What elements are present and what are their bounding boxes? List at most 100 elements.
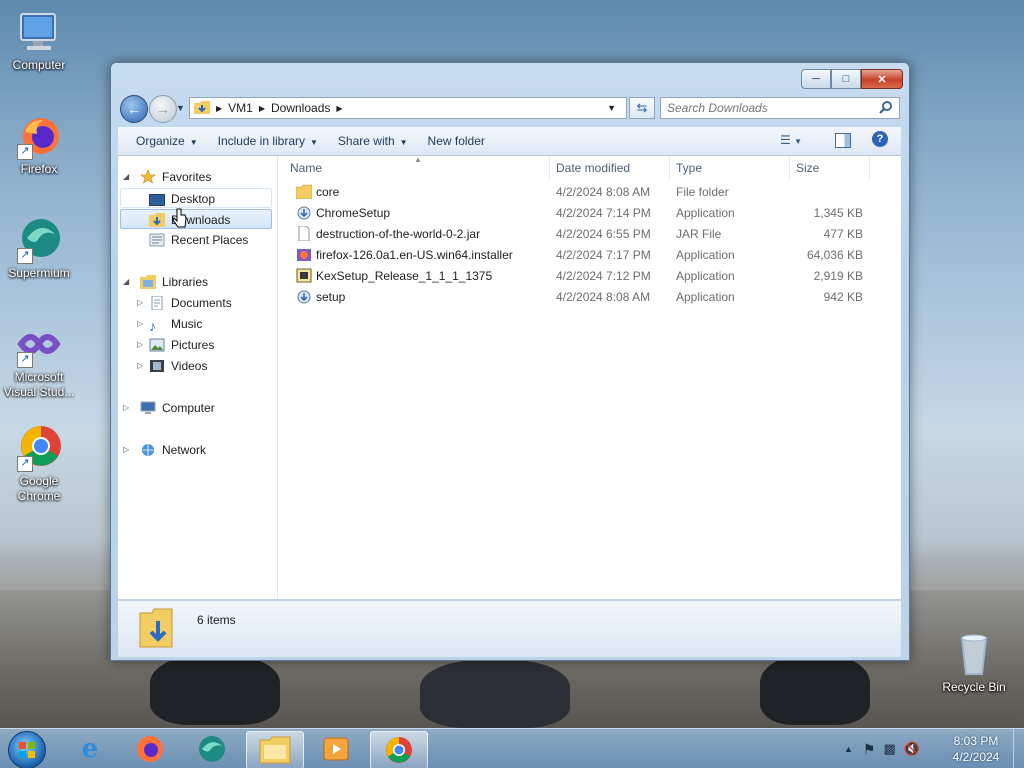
file-row[interactable]: ChromeSetup 4/2/2024 7:14 PM Application 1,… [278,203,888,224]
taskbar-media-player[interactable] [308,731,364,767]
forward-button[interactable]: → [149,95,177,123]
file-row[interactable]: destruction-of-the-world-0-2.jar 4/2/2024… [278,224,888,245]
search-icon[interactable] [879,100,893,117]
file-date: 4/2/2024 7:17 PM [556,248,651,262]
collapse-arrow-icon[interactable]: ▷ [137,356,143,376]
file-row[interactable]: firefox-126.0a1.en-US.win64.installer 4/2… [278,245,888,266]
column-type-label: Type [676,161,703,175]
desktop-icon-supermium[interactable]: ↗ Supermium [1,216,77,281]
file-date: 4/2/2024 6:55 PM [556,227,651,241]
folder-icon [295,184,313,200]
desktop-icon-visual-studio[interactable]: ↗ Microsoft Visual Stud... [1,320,77,400]
expand-arrow-icon[interactable]: ◢ [123,272,129,292]
file-row[interactable]: KexSetup_Release_1_1_1_1375 4/2/2024 7:12… [278,266,888,287]
file-row[interactable]: core 4/2/2024 8:08 AM File folder [278,182,888,203]
column-header-size[interactable]: Size [790,156,870,180]
show-desktop-button[interactable] [1013,729,1024,768]
network-status-icon[interactable]: ▩ [883,741,895,757]
file-name: KexSetup_Release_1_1_1_1375 [316,269,493,283]
nav-item-label: Music [171,317,203,331]
file-date: 4/2/2024 8:08 AM [556,290,651,304]
organize-menu[interactable]: Organize ▼ [126,134,208,148]
share-with-menu[interactable]: Share with ▼ [328,134,418,148]
file-name-cell: firefox-126.0a1.en-US.win64.installer [296,245,513,266]
file-size: 477 KB [823,227,863,241]
refresh-button[interactable]: ⇆ [629,97,655,119]
taskbar-firefox[interactable] [122,731,178,767]
nav-item-music[interactable]: ▷ ♪ Music [137,314,203,334]
close-button[interactable]: ✕ [861,69,903,89]
column-size-label: Size [796,161,820,175]
shortcut-arrow-icon: ↗ [17,456,33,472]
column-header-date[interactable]: Date modified [550,156,670,180]
maximize-button[interactable]: □ [831,69,861,89]
include-in-library-menu[interactable]: Include in library ▼ [208,134,328,148]
nav-libraries[interactable]: ◢ Libraries [123,272,209,292]
sort-indicator-icon: ▲ [414,155,422,164]
collapse-arrow-icon[interactable]: ▷ [123,440,129,460]
address-bar[interactable]: ▶ VM1 ▶ Downloads ▶ ▼ [189,97,627,119]
nav-item-videos[interactable]: ▷ Videos [137,356,207,376]
nav-item-pictures[interactable]: ▷ Pictures [137,335,214,355]
nav-network[interactable]: ▷ Network [123,440,206,460]
file-size: 64,036 KB [806,248,863,262]
expand-arrow-icon[interactable]: ◢ [123,167,129,187]
collapse-arrow-icon[interactable]: ▷ [137,314,143,334]
collapse-arrow-icon[interactable]: ▷ [137,293,143,313]
new-folder-label: New folder [427,134,485,148]
nav-item-recent-places[interactable]: Recent Places [149,230,248,250]
new-folder-button[interactable]: New folder [418,134,495,148]
breadcrumb-separator-icon: ▶ [336,103,343,113]
breadcrumb-vm1[interactable]: VM1 [228,101,253,115]
taskbar-supermium[interactable] [184,731,240,767]
taskbar-google-chrome[interactable] [370,731,428,768]
system-clock[interactable]: 8:03 PM 4/2/2024 [944,733,1008,765]
view-options-button[interactable]: ☰ ▼ [780,133,802,147]
nav-item-label: Recent Places [171,233,249,247]
breadcrumb-downloads[interactable]: Downloads [271,101,330,115]
desktop-icon-label: Firefox [20,162,58,176]
desktop-icon-firefox[interactable]: ↗ Firefox [1,112,77,177]
network-icon [140,443,156,457]
nav-favorites[interactable]: ◢ Favorites [123,167,211,187]
column-header-name[interactable]: Name ▲ [284,155,550,180]
file-type: File folder [676,185,729,199]
nav-libraries-label: Libraries [162,275,209,289]
taskbar-windows-explorer[interactable] [246,731,304,768]
show-hidden-icons-button[interactable]: ▲ [844,744,853,754]
column-header-type[interactable]: Type [670,156,790,180]
recent-pages-dropdown[interactable]: ▼ [176,103,185,113]
supermium-icon: ↗ [15,216,63,264]
column-date-label: Date modified [556,161,631,175]
taskbar: e ▲ ⚑ ▩ 🔇 8:03 PM 4/2/2024 [0,728,1024,768]
nav-item-downloads[interactable]: Downloads [120,209,272,229]
nav-item-desktop[interactable]: Desktop [120,188,272,208]
search-box[interactable] [660,97,900,119]
file-date: 4/2/2024 7:12 PM [556,269,651,283]
file-name-cell: ChromeSetup [296,203,390,224]
action-center-flag-icon[interactable]: ⚑ [863,741,876,758]
collapse-arrow-icon[interactable]: ▷ [137,335,143,355]
file-type: Application [676,269,735,283]
address-dropdown-icon[interactable]: ▼ [607,103,616,113]
supermium-icon [199,736,225,762]
volume-muted-icon[interactable]: 🔇 [904,741,920,757]
file-row[interactable]: setup 4/2/2024 8:08 AM Application 942 KB [278,287,888,308]
nav-item-documents[interactable]: ▷ Documents [137,293,232,313]
taskbar-internet-explorer[interactable]: e [62,731,118,767]
firefox-icon: ↗ [15,112,63,160]
collapse-arrow-icon[interactable]: ▷ [123,398,129,418]
start-button[interactable] [8,731,46,768]
search-input[interactable] [661,100,879,116]
preview-pane-button[interactable] [835,133,851,148]
help-icon[interactable]: ? [872,131,888,147]
desktop-icon-computer[interactable]: Computer [1,8,77,73]
desktop-icon-label: Supermium [8,266,70,280]
desktop-icon-recycle-bin[interactable]: Recycle Bin [936,630,1012,695]
desktop-icon-google-chrome[interactable]: ↗ Google Chrome [1,424,77,504]
back-button[interactable]: ← [120,95,148,123]
nav-computer[interactable]: ▷ Computer [123,398,215,418]
file-name: setup [316,290,346,304]
minimize-button[interactable]: ─ [801,69,831,89]
explorer-window: ─ □ ✕ ← → ▼ ▶ VM1 ▶ Downloads ▶ ▼ ⇆ Orga… [110,62,910,661]
